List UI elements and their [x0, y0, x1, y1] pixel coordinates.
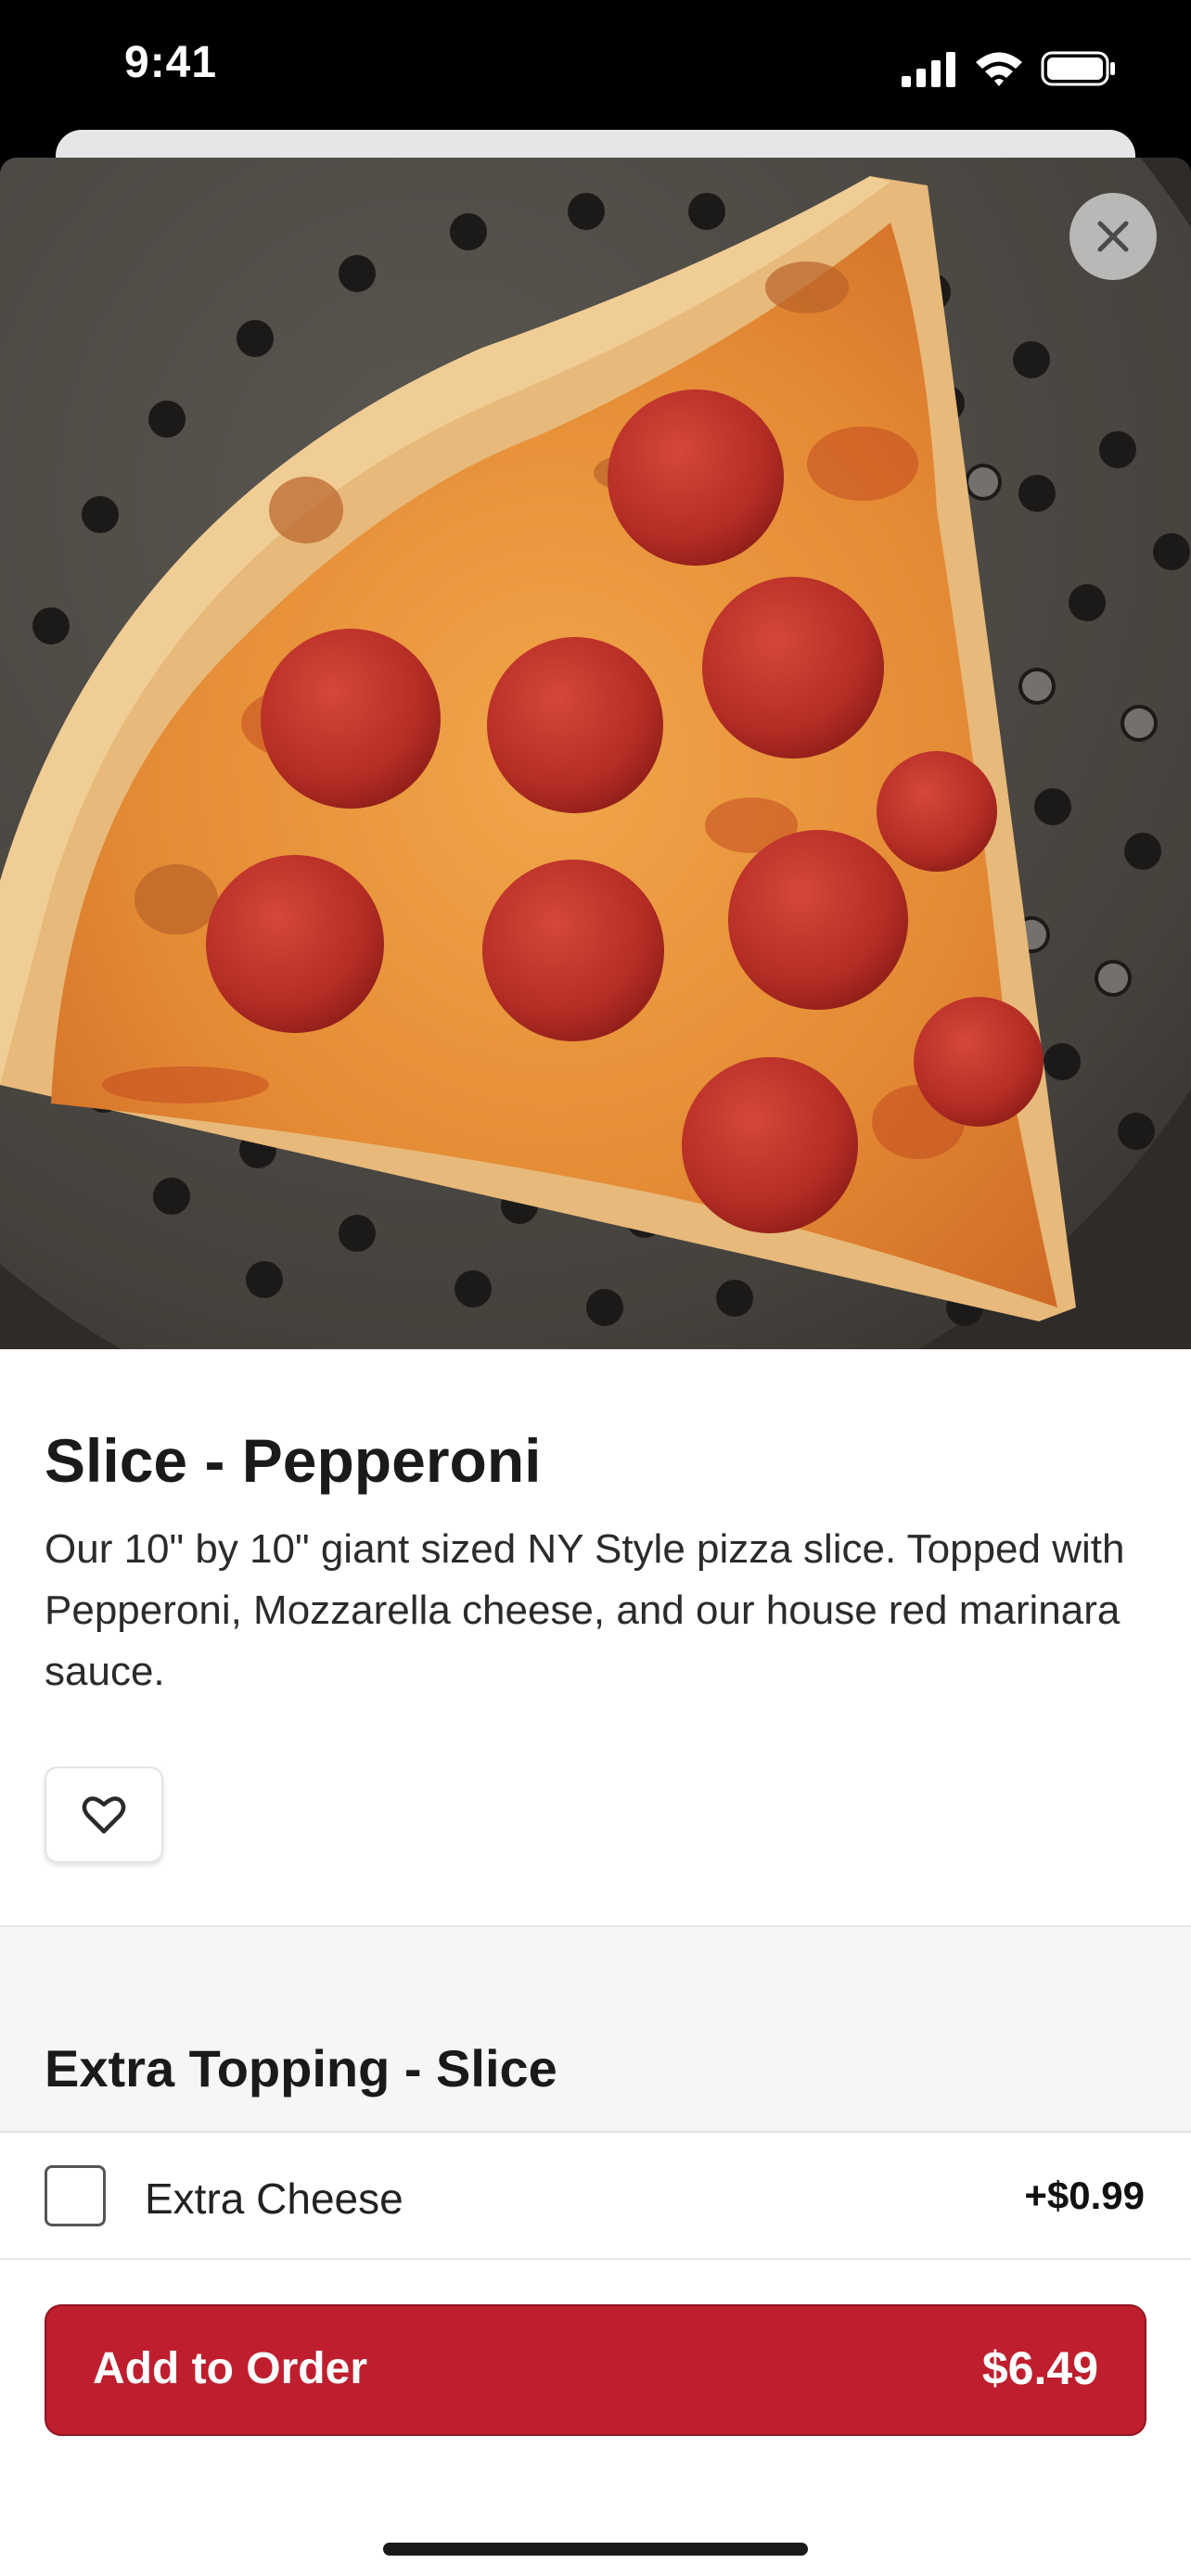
add-to-order-label: Add to Order: [93, 2344, 367, 2393]
favorite-button[interactable]: [45, 1766, 163, 1863]
wifi-icon: [976, 52, 1022, 86]
close-button[interactable]: [1069, 193, 1157, 280]
order-total-price: $6.49: [981, 2342, 1098, 2394]
hero-image: [0, 158, 1191, 1349]
close-icon: [1097, 221, 1129, 252]
item-title: Slice - Pepperoni: [45, 1426, 542, 1495]
modifier-section-title: Extra Topping - Slice: [45, 2039, 557, 2098]
signal-bars-icon: [902, 52, 955, 87]
status-time: 9:41: [124, 38, 218, 87]
option-label: Extra Cheese: [145, 2174, 403, 2223]
option-price: +$0.99: [1024, 2174, 1145, 2217]
status-bar: 9:41: [0, 0, 1191, 139]
add-to-order-button[interactable]: Add to Order $6.49: [45, 2304, 1146, 2436]
option-row-extra-cheese[interactable]: Extra Cheese +$0.99: [0, 2133, 1191, 2263]
heart-icon: [82, 1796, 126, 1834]
battery-icon: [1041, 51, 1115, 86]
pizza-slice-photo: [0, 158, 1191, 1349]
extra-cheese-checkbox[interactable]: [45, 2165, 106, 2226]
order-footer: Add to Order $6.49: [0, 2258, 1191, 2576]
item-description: Our 10" by 10" giant sized NY Style pizz…: [45, 1526, 1125, 1694]
home-indicator[interactable]: [383, 2543, 808, 2556]
modifier-section-header: Extra Topping - Slice: [0, 1927, 1191, 2131]
status-icons: [902, 45, 1117, 93]
